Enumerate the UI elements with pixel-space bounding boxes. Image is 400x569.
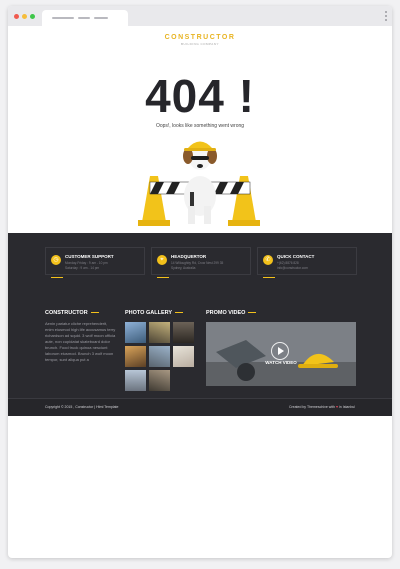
about-heading: CONSTRUCTOR (45, 310, 99, 316)
info-title: HEADQUERTOR (171, 254, 207, 259)
promo-video[interactable]: WATCH VIDEO (206, 322, 356, 386)
info-line: +(62) 8876 828 (277, 261, 299, 265)
info-line: Sydney, Australia (171, 266, 196, 270)
construction-dog-illustration (138, 141, 260, 226)
error-message: Oops!, looks like something went wrong (155, 123, 245, 129)
info-line: Saturday : 9 am - 14 pm (65, 266, 100, 270)
phone-icon: ✆ (263, 255, 273, 265)
info-card-quick-contact: ✆ QUICK CONTACT +(62) 8876 828 info@cons… (257, 247, 357, 278)
logo-name: CONSTRUCTOR (164, 34, 236, 41)
gallery-thumb[interactable] (149, 322, 170, 343)
clock-icon: ◷ (51, 255, 61, 265)
site-logo[interactable]: CONSTRUCTOR BUILDING COMPANY (8, 34, 392, 46)
info-line: Monday-Friday : 9 am - 10 pm (65, 261, 108, 265)
gallery-heading: PHOTO GALLERY (125, 310, 184, 316)
play-icon[interactable] (271, 342, 289, 360)
location-pin-icon: ⌖ (157, 255, 167, 265)
logo-tagline: BUILDING COMPANY (181, 42, 219, 46)
video-heading: PROMO VIDEO (206, 310, 257, 316)
credit-text: Created by Themeschive with ♥ in Istanbu… (288, 405, 355, 409)
info-strip: ◷ CUSTOMER SUPPORT Monday-Friday : 9 am … (8, 233, 392, 302)
copyright-text: Copyright © 2015 , Constructor | Html Te… (45, 405, 119, 409)
watch-video-label: WATCH VIDEO (265, 360, 297, 365)
error-code: 404 ! (145, 70, 255, 122)
info-card-customer-support: ◷ CUSTOMER SUPPORT Monday-Friday : 9 am … (45, 247, 145, 278)
info-line: 14 Willoughby Rd, Crow Nest 299 35 (171, 261, 224, 265)
gallery-thumb[interactable] (173, 322, 194, 343)
gallery-thumb[interactable] (173, 346, 194, 367)
about-text: Aenin pariatur cliche reprehenderit, eni… (45, 321, 116, 362)
footer-widgets: CONSTRUCTOR Aenin pariatur cliche repreh… (8, 302, 392, 398)
browser-tab[interactable] (42, 10, 128, 26)
browser-window: CONSTRUCTOR BUILDING COMPANY 404 ! Oops!… (8, 6, 392, 558)
close-window-dot[interactable] (14, 14, 19, 19)
info-title: CUSTOMER SUPPORT (65, 254, 114, 259)
copyright-bar: Copyright © 2015 , Constructor | Html Te… (8, 398, 392, 416)
gallery-thumb[interactable] (125, 322, 146, 343)
heart-icon: ♥ (335, 405, 339, 409)
gallery-thumb[interactable] (125, 346, 146, 367)
browser-menu-icon[interactable] (384, 11, 388, 22)
info-title: QUICK CONTACT (277, 254, 315, 259)
info-line[interactable]: info@constructor.com (277, 266, 308, 270)
minimize-window-dot[interactable] (22, 14, 27, 19)
info-card-headquarter: ⌖ HEADQUERTOR 14 Willoughby Rd, Crow Nes… (151, 247, 251, 278)
browser-chrome (8, 6, 392, 26)
gallery-thumb[interactable] (125, 370, 146, 391)
gallery-thumb[interactable] (149, 346, 170, 367)
maximize-window-dot[interactable] (30, 14, 35, 19)
gallery-thumb[interactable] (149, 370, 170, 391)
